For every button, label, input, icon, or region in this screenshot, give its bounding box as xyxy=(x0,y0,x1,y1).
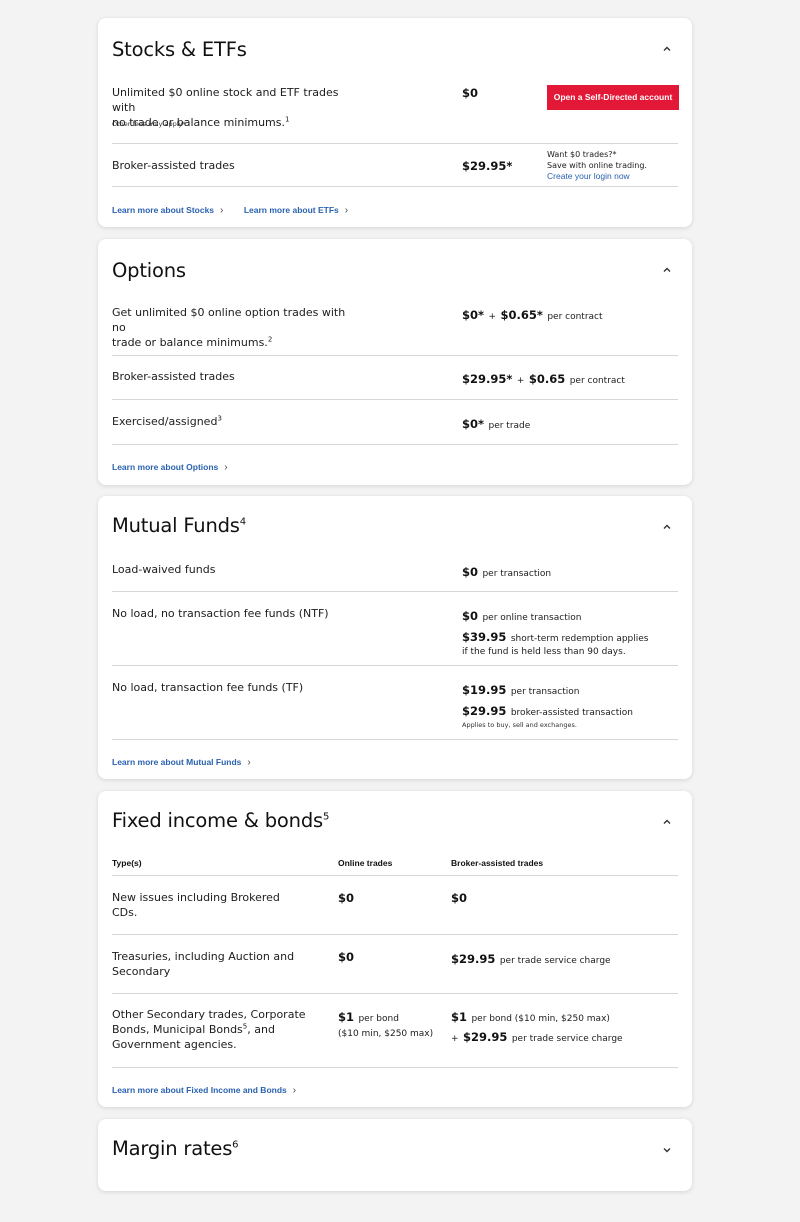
chevron-up-icon[interactable] xyxy=(660,42,674,56)
stocks-row1-price: $0 xyxy=(462,86,479,100)
chevron-right-icon: › xyxy=(220,204,224,216)
options-row3-desc: Exercised/assigned3 xyxy=(112,414,222,428)
mutual-row2-desc: No load, no transaction fee funds (NTF) xyxy=(112,607,329,620)
stocks-etfs-card: Stocks & ETFs Unlimited $0 online stock … xyxy=(98,18,692,227)
stocks-row2-price: $29.95* xyxy=(462,159,513,173)
chevron-up-icon[interactable] xyxy=(660,520,674,534)
chevron-right-icon: › xyxy=(292,1084,297,1096)
mutual-links: Learn more about Mutual Funds › xyxy=(112,752,251,770)
divider xyxy=(112,934,678,935)
options-title: Options xyxy=(112,259,186,282)
divider xyxy=(112,143,678,144)
margin-rates-title: Margin rates6 xyxy=(112,1137,239,1160)
divider xyxy=(112,739,678,740)
stocks-row1-note: Other fees may apply* xyxy=(112,120,186,128)
stocks-promo: Want $0 trades?* Save with online tradin… xyxy=(547,150,647,181)
divider xyxy=(112,186,678,187)
stocks-links: Learn more about Stocks › Learn more abou… xyxy=(112,200,348,218)
chevron-down-icon[interactable] xyxy=(660,1143,674,1157)
fixed-income-title: Fixed income & bonds5 xyxy=(112,809,330,832)
stocks-row2-desc: Broker-assisted trades xyxy=(112,159,235,172)
col-header-online: Online trades xyxy=(338,858,393,868)
divider xyxy=(112,875,678,876)
options-row1-price: $0* + $0.65* per contract xyxy=(462,308,603,322)
col-header-type: Type(s) xyxy=(112,858,142,868)
divider xyxy=(112,399,678,400)
mutual-row1-desc: Load-waived funds xyxy=(112,563,216,576)
divider xyxy=(112,355,678,356)
learn-more-mutual-funds-link[interactable]: Learn more about Mutual Funds › xyxy=(112,757,251,768)
chevron-right-icon: › xyxy=(224,461,228,473)
divider xyxy=(112,993,678,994)
options-row2-price: $29.95* + $0.65 per contract xyxy=(462,372,625,386)
mutual-funds-card: Mutual Funds4 Load-waived funds $0 per t… xyxy=(98,496,692,779)
learn-more-options-link[interactable]: Learn more about Options › xyxy=(112,462,228,473)
chevron-up-icon[interactable] xyxy=(660,263,674,277)
fixed-row3-online: $1 per bond ($10 min, $250 max) xyxy=(338,1010,434,1039)
fixed-row3-broker: $1 per bond ($10 min, $250 max) + $29.95… xyxy=(451,1010,623,1044)
options-row2-desc: Broker-assisted trades xyxy=(112,370,235,383)
fixed-row2-desc: Treasuries, including Auction and Second… xyxy=(112,950,295,978)
mutual-row3-desc: No load, transaction fee funds (TF) xyxy=(112,681,304,694)
learn-more-etfs-link[interactable]: Learn more about ETFs › xyxy=(244,205,348,216)
create-login-link[interactable]: Create your login now xyxy=(547,171,630,181)
fixed-row1-desc: New issues including Brokered CDs. xyxy=(112,891,280,919)
mutual-row2-price: $0 per online transaction $39.95 short-t… xyxy=(462,609,649,657)
mutual-row3-price: $19.95 per transaction $29.95 broker-ass… xyxy=(462,683,633,729)
mutual-funds-title: Mutual Funds4 xyxy=(112,514,246,537)
open-account-button[interactable]: Open a Self-Directed account xyxy=(547,85,679,110)
learn-more-stocks-link[interactable]: Learn more about Stocks › xyxy=(112,205,223,216)
mutual-row1-price: $0 per transaction xyxy=(462,565,552,579)
fixed-row2-online: $0 xyxy=(338,950,355,964)
divider xyxy=(112,1067,678,1068)
chevron-up-icon[interactable] xyxy=(660,815,674,829)
fixed-income-card: Fixed income & bonds5 Type(s) Online tra… xyxy=(98,791,692,1107)
margin-rates-card[interactable]: Margin rates6 xyxy=(98,1119,692,1191)
divider xyxy=(112,665,678,666)
stocks-etfs-title: Stocks & ETFs xyxy=(112,38,247,61)
chevron-right-icon: › xyxy=(247,756,251,768)
divider xyxy=(112,591,678,592)
fixed-links: Learn more about Fixed Income and Bonds › xyxy=(112,1080,296,1098)
fixed-row3-desc: Other Secondary trades, Corporate Bonds,… xyxy=(112,1008,306,1051)
col-header-broker: Broker-assisted trades xyxy=(451,858,544,868)
chevron-right-icon: › xyxy=(344,204,349,216)
divider xyxy=(112,444,678,445)
options-row1-desc: Get unlimited $0 online option trades wi… xyxy=(112,306,346,349)
options-row3-price: $0* per trade xyxy=(462,417,531,431)
options-card: Options Get unlimited $0 online option t… xyxy=(98,239,692,485)
fixed-row2-broker: $29.95 per trade service charge xyxy=(451,952,611,966)
options-links: Learn more about Options › xyxy=(112,457,228,475)
learn-more-fixed-income-link[interactable]: Learn more about Fixed Income and Bonds › xyxy=(112,1085,296,1096)
fixed-row1-online: $0 xyxy=(338,891,355,905)
fixed-row1-broker: $0 xyxy=(451,891,468,905)
